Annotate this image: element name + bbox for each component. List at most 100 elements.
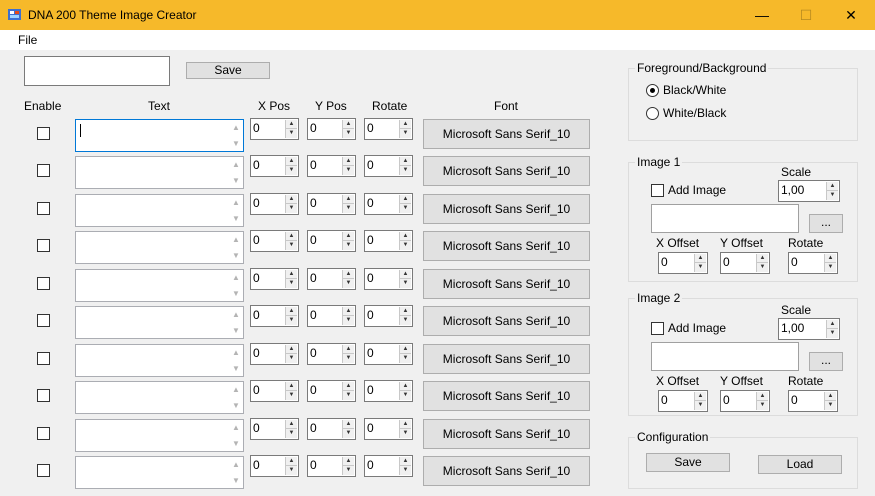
font-button[interactable]: Microsoft Sans Serif_10 bbox=[423, 119, 590, 149]
text-scrollbar[interactable]: ▲ ▼ bbox=[229, 195, 243, 226]
font-button[interactable]: Microsoft Sans Serif_10 bbox=[423, 231, 590, 261]
spin-up-icon[interactable]: ▲ bbox=[827, 320, 838, 329]
scroll-down-icon[interactable]: ▼ bbox=[232, 251, 240, 260]
spin-up-icon[interactable]: ▲ bbox=[343, 420, 354, 429]
text-scrollbar[interactable]: ▲ ▼ bbox=[229, 157, 243, 188]
scroll-up-icon[interactable]: ▲ bbox=[232, 235, 240, 244]
scroll-up-icon[interactable]: ▲ bbox=[232, 460, 240, 469]
close-button[interactable]: ✕ bbox=[829, 0, 873, 30]
spin-up-icon[interactable]: ▲ bbox=[400, 382, 411, 391]
xpos-stepper[interactable]: 0 ▲ ▼ bbox=[250, 343, 299, 365]
spin-down-icon[interactable]: ▼ bbox=[286, 391, 297, 400]
xpos-stepper[interactable]: 0 ▲ ▼ bbox=[250, 268, 299, 290]
scroll-down-icon[interactable]: ▼ bbox=[232, 289, 240, 298]
font-button[interactable]: Microsoft Sans Serif_10 bbox=[423, 306, 590, 336]
spin-down-icon[interactable]: ▼ bbox=[343, 166, 354, 175]
spin-down-icon[interactable]: ▼ bbox=[343, 316, 354, 325]
enable-checkbox[interactable] bbox=[37, 464, 50, 477]
scroll-up-icon[interactable]: ▲ bbox=[232, 160, 240, 169]
spin-down-icon[interactable]: ▼ bbox=[343, 466, 354, 475]
spin-down-icon[interactable]: ▼ bbox=[343, 204, 354, 213]
scroll-up-icon[interactable]: ▲ bbox=[232, 273, 240, 282]
spin-up-icon[interactable]: ▲ bbox=[343, 120, 354, 129]
enable-checkbox[interactable] bbox=[37, 164, 50, 177]
scroll-down-icon[interactable]: ▼ bbox=[232, 214, 240, 223]
spin-down-icon[interactable]: ▼ bbox=[343, 241, 354, 250]
spin-up-icon[interactable]: ▲ bbox=[286, 195, 297, 204]
menu-file[interactable]: File bbox=[18, 33, 37, 47]
spin-down-icon[interactable]: ▼ bbox=[825, 263, 836, 272]
maximize-button[interactable]: ☐ bbox=[784, 0, 828, 30]
image2-rotate-stepper[interactable]: 0 ▲ ▼ bbox=[788, 390, 838, 412]
spin-up-icon[interactable]: ▲ bbox=[343, 457, 354, 466]
spin-down-icon[interactable]: ▼ bbox=[695, 263, 706, 272]
spin-down-icon[interactable]: ▼ bbox=[286, 354, 297, 363]
rotate-stepper[interactable]: 0 ▲ ▼ bbox=[364, 155, 413, 177]
rotate-stepper[interactable]: 0 ▲ ▼ bbox=[364, 343, 413, 365]
spin-up-icon[interactable]: ▲ bbox=[343, 345, 354, 354]
spin-down-icon[interactable]: ▼ bbox=[400, 354, 411, 363]
font-button[interactable]: Microsoft Sans Serif_10 bbox=[423, 456, 590, 486]
scroll-down-icon[interactable]: ▼ bbox=[232, 476, 240, 485]
text-scrollbar[interactable]: ▲ ▼ bbox=[229, 307, 243, 338]
enable-checkbox[interactable] bbox=[37, 127, 50, 140]
xpos-stepper[interactable]: 0 ▲ ▼ bbox=[250, 455, 299, 477]
ypos-stepper[interactable]: 0 ▲ ▼ bbox=[307, 380, 356, 402]
spin-up-icon[interactable]: ▲ bbox=[286, 382, 297, 391]
scroll-up-icon[interactable]: ▲ bbox=[232, 348, 240, 357]
scroll-down-icon[interactable]: ▼ bbox=[232, 439, 240, 448]
image1-xoffset-stepper[interactable]: 0 ▲ ▼ bbox=[658, 252, 708, 274]
spin-up-icon[interactable]: ▲ bbox=[695, 392, 706, 401]
spin-down-icon[interactable]: ▼ bbox=[400, 241, 411, 250]
spin-down-icon[interactable]: ▼ bbox=[343, 429, 354, 438]
enable-checkbox[interactable] bbox=[37, 277, 50, 290]
spin-up-icon[interactable]: ▲ bbox=[825, 392, 836, 401]
ypos-stepper[interactable]: 0 ▲ ▼ bbox=[307, 268, 356, 290]
theme-name-field[interactable] bbox=[24, 56, 170, 86]
image2-scale-stepper[interactable]: 1,00 ▲ ▼ bbox=[778, 318, 840, 340]
enable-checkbox[interactable] bbox=[37, 202, 50, 215]
xpos-stepper[interactable]: 0 ▲ ▼ bbox=[250, 380, 299, 402]
scroll-down-icon[interactable]: ▼ bbox=[232, 401, 240, 410]
image1-browse-button[interactable]: ... bbox=[809, 214, 843, 233]
text-scrollbar[interactable]: ▲ ▼ bbox=[229, 345, 243, 376]
text-input[interactable]: ▲ ▼ bbox=[75, 269, 244, 302]
spin-down-icon[interactable]: ▼ bbox=[400, 129, 411, 138]
spin-up-icon[interactable]: ▲ bbox=[286, 120, 297, 129]
spin-down-icon[interactable]: ▼ bbox=[286, 204, 297, 213]
spin-up-icon[interactable]: ▲ bbox=[343, 307, 354, 316]
spin-down-icon[interactable]: ▼ bbox=[286, 166, 297, 175]
scroll-up-icon[interactable]: ▲ bbox=[232, 198, 240, 207]
font-button[interactable]: Microsoft Sans Serif_10 bbox=[423, 156, 590, 186]
spin-up-icon[interactable]: ▲ bbox=[695, 254, 706, 263]
spin-up-icon[interactable]: ▲ bbox=[286, 157, 297, 166]
spin-down-icon[interactable]: ▼ bbox=[400, 391, 411, 400]
rotate-stepper[interactable]: 0 ▲ ▼ bbox=[364, 455, 413, 477]
font-button[interactable]: Microsoft Sans Serif_10 bbox=[423, 419, 590, 449]
ypos-stepper[interactable]: 0 ▲ ▼ bbox=[307, 230, 356, 252]
fg-bg-radio[interactable] bbox=[646, 107, 659, 120]
spin-down-icon[interactable]: ▼ bbox=[286, 466, 297, 475]
enable-checkbox[interactable] bbox=[37, 427, 50, 440]
scroll-up-icon[interactable]: ▲ bbox=[232, 385, 240, 394]
rotate-stepper[interactable]: 0 ▲ ▼ bbox=[364, 305, 413, 327]
font-button[interactable]: Microsoft Sans Serif_10 bbox=[423, 269, 590, 299]
spin-down-icon[interactable]: ▼ bbox=[286, 279, 297, 288]
spin-up-icon[interactable]: ▲ bbox=[286, 270, 297, 279]
spin-down-icon[interactable]: ▼ bbox=[400, 166, 411, 175]
font-button[interactable]: Microsoft Sans Serif_10 bbox=[423, 381, 590, 411]
spin-down-icon[interactable]: ▼ bbox=[343, 354, 354, 363]
spin-down-icon[interactable]: ▼ bbox=[400, 279, 411, 288]
scroll-down-icon[interactable]: ▼ bbox=[232, 139, 240, 148]
rotate-stepper[interactable]: 0 ▲ ▼ bbox=[364, 230, 413, 252]
spin-down-icon[interactable]: ▼ bbox=[695, 401, 706, 410]
ypos-stepper[interactable]: 0 ▲ ▼ bbox=[307, 343, 356, 365]
spin-up-icon[interactable]: ▲ bbox=[400, 195, 411, 204]
image1-add-checkbox[interactable] bbox=[651, 184, 664, 197]
xpos-stepper[interactable]: 0 ▲ ▼ bbox=[250, 118, 299, 140]
spin-up-icon[interactable]: ▲ bbox=[757, 392, 768, 401]
spin-up-icon[interactable]: ▲ bbox=[400, 420, 411, 429]
fg-bg-radio[interactable] bbox=[646, 84, 659, 97]
font-button[interactable]: Microsoft Sans Serif_10 bbox=[423, 194, 590, 224]
spin-down-icon[interactable]: ▼ bbox=[286, 316, 297, 325]
